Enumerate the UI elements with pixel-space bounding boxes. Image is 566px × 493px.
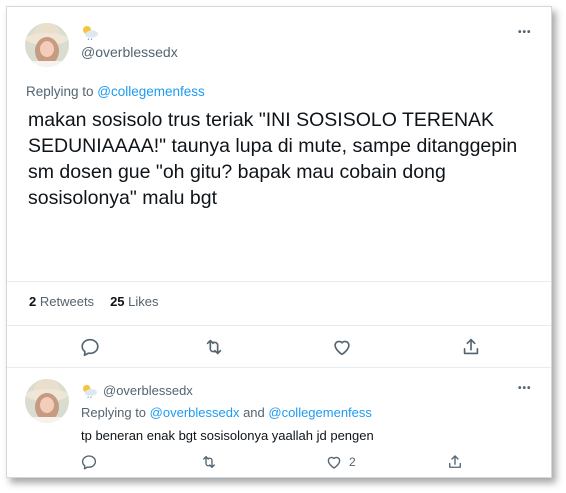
reply-replying-to: Replying to @overblessedx and @collegeme…: [81, 405, 372, 420]
avatar[interactable]: [25, 23, 69, 67]
replying-to-link-2[interactable]: @collegemenfess: [268, 405, 372, 420]
likes-label: Likes: [128, 294, 159, 309]
replying-prefix: Replying to: [26, 84, 98, 99]
share-icon[interactable]: [460, 336, 482, 358]
replying-to-link[interactable]: @collegemenfess: [97, 84, 205, 99]
tweet-text: makan sosisolo trus teriak "INI SOSISOLO…: [28, 109, 523, 209]
reply-avatar[interactable]: [25, 379, 69, 423]
user-handle[interactable]: @overblessedx: [81, 44, 178, 60]
share-icon[interactable]: [446, 453, 464, 471]
and-word: and: [239, 405, 269, 420]
reply-icon[interactable]: [80, 453, 98, 471]
replying-prefix: Replying to: [81, 405, 150, 420]
retweets-count: 2: [29, 294, 37, 309]
reply-user-handle[interactable]: @overblessedx: [103, 383, 193, 398]
likes-stat[interactable]: 25 Likes: [110, 294, 158, 309]
divider: [7, 281, 551, 282]
tweet-stats: 2 Retweets 25 Likes: [29, 294, 159, 309]
retweets-stat[interactable]: 2 Retweets: [29, 294, 94, 309]
cloud-sun-icon: [81, 24, 99, 41]
divider: [7, 325, 551, 326]
replying-to-link-1[interactable]: @overblessedx: [150, 405, 240, 420]
reply-text: tp beneran enak bgt sosisolonya yaallah …: [81, 428, 374, 443]
retweet-icon[interactable]: [200, 453, 218, 471]
reply-like-count: 2: [349, 455, 356, 469]
retweet-icon[interactable]: [203, 336, 225, 358]
divider: [7, 367, 551, 368]
likes-count: 25: [110, 294, 125, 309]
reply-icon[interactable]: [79, 336, 101, 358]
cloud-sun-icon: [81, 383, 98, 399]
replying-to: Replying to @collegemenfess: [26, 84, 205, 99]
more-icon[interactable]: •••: [518, 27, 532, 38]
more-icon[interactable]: •••: [518, 383, 532, 394]
like-icon[interactable]: [325, 453, 343, 471]
tweet-card: @overblessedx ••• Replying to @collegeme…: [6, 6, 552, 478]
retweets-label: Retweets: [39, 294, 95, 309]
like-icon[interactable]: [331, 336, 353, 358]
